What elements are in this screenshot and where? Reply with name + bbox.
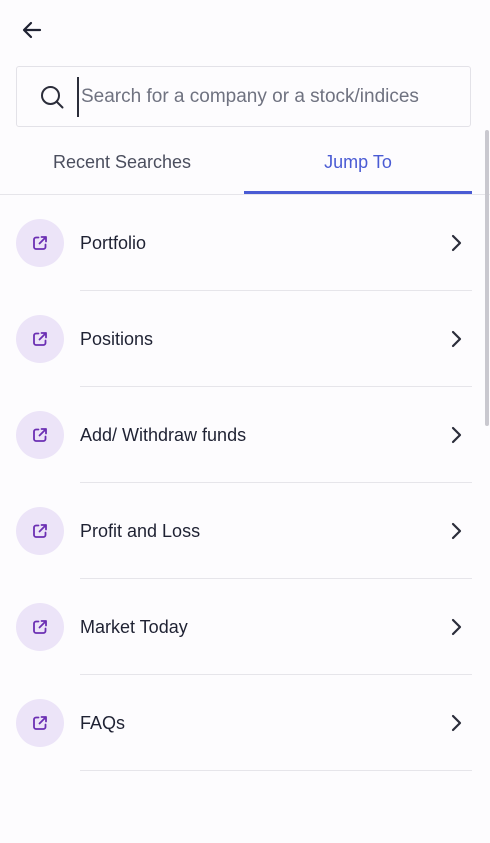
back-button[interactable] xyxy=(14,12,50,48)
item-icon-badge xyxy=(16,603,64,651)
active-tab-indicator xyxy=(244,191,472,194)
divider xyxy=(80,770,472,771)
chevron-right-icon xyxy=(444,711,468,735)
external-link-icon xyxy=(33,428,47,442)
list-item-label: Portfolio xyxy=(80,232,147,253)
chevron-right-icon xyxy=(444,231,468,255)
list-item-label: Profit and Loss xyxy=(80,520,201,541)
item-icon-badge xyxy=(16,411,64,459)
chevron-right-icon xyxy=(444,519,468,543)
chevron-right-icon xyxy=(444,423,468,447)
external-link-icon xyxy=(33,524,47,538)
list-item-label: Market Today xyxy=(80,616,188,637)
list-item-market-today[interactable]: Market Today xyxy=(0,579,490,675)
tab-jump-to[interactable]: Jump To xyxy=(244,132,472,192)
chevron-right-icon xyxy=(444,327,468,351)
list-item-label: Positions xyxy=(80,328,154,349)
external-link-icon xyxy=(33,716,47,730)
search-icon xyxy=(39,84,65,110)
item-icon-badge xyxy=(16,699,64,747)
external-link-icon xyxy=(33,236,47,250)
item-icon-badge xyxy=(16,507,64,555)
jump-to-list: Portfolio Positions Add/ Withdraw funds … xyxy=(0,195,490,771)
tab-recent-searches[interactable]: Recent Searches xyxy=(0,132,244,192)
list-item-positions[interactable]: Positions xyxy=(0,291,490,387)
arrow-left-icon xyxy=(22,21,42,39)
list-item-portfolio[interactable]: Portfolio xyxy=(0,195,490,291)
external-link-icon xyxy=(33,332,47,346)
chevron-right-icon xyxy=(444,615,468,639)
item-icon-badge xyxy=(16,219,64,267)
search-bar[interactable] xyxy=(16,66,471,127)
jump-to-screen: Recent Searches Jump To Portfolio xyxy=(0,0,490,843)
tab-bar: Recent Searches Jump To xyxy=(0,132,490,195)
list-item-profit-and-loss[interactable]: Profit and Loss xyxy=(0,483,490,579)
tab-jump-to-label: Jump To xyxy=(324,151,392,172)
list-item-faqs[interactable]: FAQs xyxy=(0,675,490,771)
list-item-label: Add/ Withdraw funds xyxy=(80,424,247,445)
tab-recent-searches-label: Recent Searches xyxy=(52,151,192,172)
list-item-add-withdraw-funds[interactable]: Add/ Withdraw funds xyxy=(0,387,490,483)
list-item-label: FAQs xyxy=(80,712,126,733)
item-icon-badge xyxy=(16,315,64,363)
search-input[interactable] xyxy=(77,76,470,117)
external-link-icon xyxy=(33,620,47,634)
